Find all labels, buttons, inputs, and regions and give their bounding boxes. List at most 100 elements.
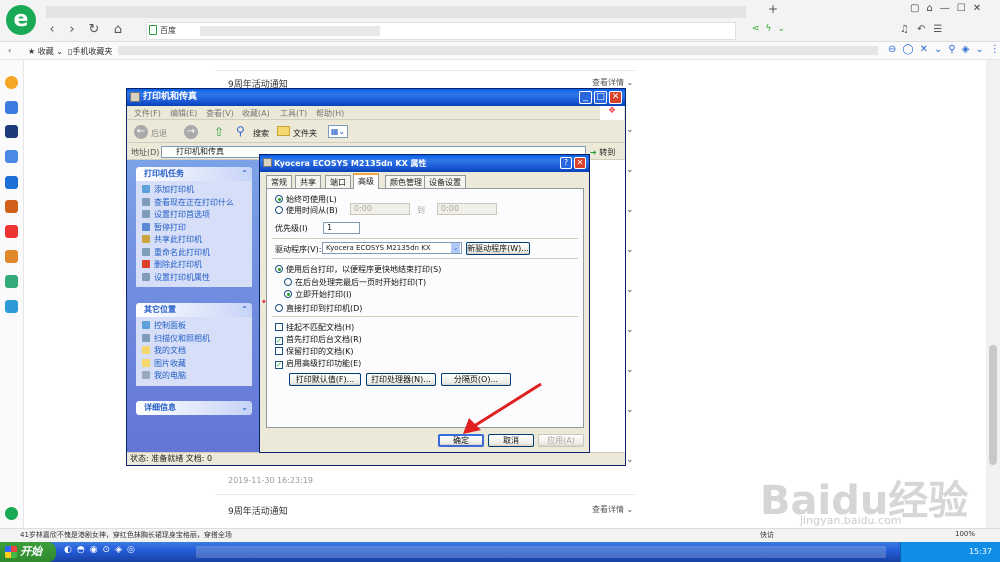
favorites-button[interactable]: ★ 收藏 ⌄ bbox=[28, 46, 63, 57]
task-preferences[interactable]: 设置打印首选项 bbox=[142, 209, 246, 222]
tools-icons[interactable]: ♫↶☰ bbox=[900, 24, 950, 35]
time-from-field[interactable]: 0:00 bbox=[350, 203, 410, 215]
advanced-features-checkbox[interactable]: ✓ 启用高级打印功能(E) bbox=[275, 358, 361, 369]
chevron-down-icon[interactable]: ⌄ bbox=[626, 325, 634, 335]
zoom-level[interactable]: 100% bbox=[955, 530, 975, 538]
mobile-favorites-link[interactable]: ▯手机收藏夹 bbox=[68, 46, 112, 57]
task-add-printer[interactable]: 添加打印机 bbox=[142, 184, 246, 197]
dialog-titlebar[interactable]: Kyocera ECOSYS M2135dn KX 属性 bbox=[260, 155, 589, 172]
up-folder-icon[interactable]: ⇧ bbox=[214, 125, 228, 139]
printer-tasks-header[interactable]: 打印机任务 ⌃ bbox=[136, 167, 252, 181]
tab-advanced[interactable]: 高级 bbox=[353, 173, 379, 189]
menu-view[interactable]: 查看(V) bbox=[206, 108, 234, 119]
quick-launch-icons[interactable]: ◐◓◉⊙◈◎ bbox=[64, 545, 184, 559]
home-icon[interactable]: ⌂ bbox=[110, 22, 126, 38]
time-to-field[interactable]: 0:00 bbox=[437, 203, 497, 215]
chevron-down-icon[interactable]: ⌄ bbox=[626, 125, 634, 135]
menu-help[interactable]: 帮助(H) bbox=[316, 108, 344, 119]
window-controls[interactable]: ▢⌂—☐✕ bbox=[910, 3, 996, 14]
tab-sharing[interactable]: 共享 bbox=[295, 175, 321, 189]
assistant-icon[interactable] bbox=[5, 507, 18, 520]
search-button[interactable]: 搜索 bbox=[253, 128, 269, 139]
tab-ports[interactable]: 端口 bbox=[325, 175, 351, 189]
app-icon-1[interactable] bbox=[5, 125, 18, 138]
app-icon-3[interactable] bbox=[5, 176, 18, 189]
doc-icon[interactable] bbox=[5, 101, 18, 114]
chevron-down-icon[interactable]: ⌄ bbox=[626, 285, 634, 295]
maximize-button[interactable]: □ bbox=[594, 91, 607, 104]
chevron-down-icon[interactable]: ⌄ bbox=[626, 245, 634, 255]
app-icon-2[interactable] bbox=[5, 150, 18, 163]
new-tab-icon[interactable]: + bbox=[768, 2, 778, 16]
app-icon-8[interactable] bbox=[5, 300, 18, 313]
tab-device-settings[interactable]: 设备设置 bbox=[424, 175, 466, 189]
minimize-button[interactable]: _ bbox=[579, 91, 592, 104]
go-button[interactable]: ➜ 转到 bbox=[590, 147, 615, 158]
news-ticker[interactable]: 41岁林嘉欣不愧是港剧女神，穿红色抹胸长裙现身宝格丽，穿搭全场 bbox=[20, 530, 232, 540]
hold-mismatched-checkbox[interactable]: 挂起不匹配文档(H) bbox=[275, 322, 354, 333]
favbar-toggle-icon[interactable]: ‹ bbox=[8, 46, 11, 55]
spool-immediately-radio[interactable]: 立即开始打印(I) bbox=[284, 289, 352, 300]
task-rename[interactable]: 重命名此打印机 bbox=[142, 247, 246, 260]
extension-icons[interactable]: ⊖◯✕⌄⚲◈⌄⋮ bbox=[888, 44, 1000, 55]
back-icon[interactable]: ‹ bbox=[44, 22, 60, 38]
app-icon-6[interactable] bbox=[5, 250, 18, 263]
place-my-computer[interactable]: 我的电脑 bbox=[142, 370, 246, 383]
task-properties[interactable]: 设置打印机属性 bbox=[142, 272, 246, 285]
menu-edit[interactable]: 编辑(E) bbox=[170, 108, 197, 119]
menu-file[interactable]: 文件(F) bbox=[134, 108, 161, 119]
always-available-radio[interactable]: 始终可使用(L) bbox=[275, 194, 337, 205]
dialog-close-button[interactable]: ✕ bbox=[574, 157, 586, 169]
task-see-printing[interactable]: 查看现在正在打印什么 bbox=[142, 197, 246, 210]
place-scanners[interactable]: 扫描仪和照相机 bbox=[142, 333, 246, 346]
explorer-titlebar[interactable]: 打印机和传真 bbox=[127, 89, 625, 106]
tab-general[interactable]: 常规 bbox=[266, 175, 292, 189]
task-pause[interactable]: 暂停打印 bbox=[142, 222, 246, 235]
app-icon-4[interactable] bbox=[5, 200, 18, 213]
news-title[interactable]: 9周年活动通知 bbox=[228, 504, 288, 517]
help-button[interactable]: ? bbox=[560, 157, 572, 169]
speed-button[interactable]: 快访 bbox=[760, 530, 774, 540]
keep-printed-checkbox[interactable]: 保留打印的文档(K) bbox=[275, 346, 354, 357]
search-icon[interactable]: ⚲ bbox=[236, 124, 245, 138]
tab-strip[interactable] bbox=[46, 6, 746, 18]
place-my-documents[interactable]: 我的文档 bbox=[142, 345, 246, 358]
app-icon-5[interactable] bbox=[5, 225, 18, 238]
share-icon[interactable]: ⋖ϟ⌄ bbox=[752, 24, 791, 34]
chevron-down-icon[interactable]: ⌄ bbox=[626, 405, 634, 415]
more-link[interactable]: 查看详情 ⌄ bbox=[592, 504, 633, 515]
scrollbar-thumb[interactable] bbox=[989, 345, 997, 465]
available-from-radio[interactable]: 使用时间从(B) bbox=[275, 205, 338, 216]
app-icon-7[interactable] bbox=[5, 275, 18, 288]
printing-defaults-button[interactable]: 打印默认值(F)... bbox=[289, 373, 361, 386]
folders-button[interactable]: 文件夹 bbox=[293, 128, 317, 139]
print-direct-radio[interactable]: 直接打印到打印机(D) bbox=[275, 303, 362, 314]
chevron-down-icon[interactable]: ⌄ bbox=[626, 165, 634, 175]
print-spooled-first-checkbox[interactable]: ✓ 首先打印后台文档(R) bbox=[275, 334, 362, 345]
spool-radio[interactable]: 使用后台打印，以便程序更快地结束打印(S) bbox=[275, 264, 441, 275]
forward-icon[interactable]: › bbox=[64, 22, 80, 38]
spool-after-last-page-radio[interactable]: 在后台处理完最后一页时开始打印(T) bbox=[284, 277, 426, 288]
taskbar-buttons[interactable] bbox=[196, 546, 886, 558]
new-driver-button[interactable]: 新驱动程序(W)... bbox=[466, 242, 530, 255]
place-pictures[interactable]: 图片收藏 bbox=[142, 358, 246, 371]
chevron-down-icon[interactable]: ⌄ bbox=[626, 205, 634, 215]
views-icon[interactable]: ▦⌄ bbox=[328, 125, 348, 138]
more-link[interactable]: 查看详情 ⌄ bbox=[592, 77, 633, 88]
other-places-header[interactable]: 其它位置 ⌃ bbox=[136, 303, 252, 317]
driver-select[interactable]: Kyocera ECOSYS M2135dn KX ⌄ bbox=[322, 242, 462, 254]
chevron-down-icon[interactable]: ⌄ bbox=[626, 365, 634, 375]
task-share[interactable]: 共享此打印机 bbox=[142, 234, 246, 247]
close-button[interactable]: ✕ bbox=[609, 91, 622, 104]
back-arrow-icon[interactable]: ← bbox=[134, 125, 148, 139]
back-label[interactable]: 后退 bbox=[151, 128, 167, 139]
star-icon[interactable] bbox=[5, 76, 18, 89]
task-delete[interactable]: 删除此打印机 bbox=[142, 259, 246, 272]
menu-favorites[interactable]: 收藏(A) bbox=[242, 108, 270, 119]
priority-spinner[interactable]: 1 bbox=[323, 222, 360, 234]
forward-arrow-icon[interactable]: → bbox=[184, 125, 198, 139]
place-control-panel[interactable]: 控制面板 bbox=[142, 320, 246, 333]
chevron-down-icon[interactable]: ⌄ bbox=[626, 455, 634, 465]
print-processor-button[interactable]: 打印处理器(N)... bbox=[366, 373, 436, 386]
refresh-icon[interactable]: ↻ bbox=[86, 22, 102, 38]
